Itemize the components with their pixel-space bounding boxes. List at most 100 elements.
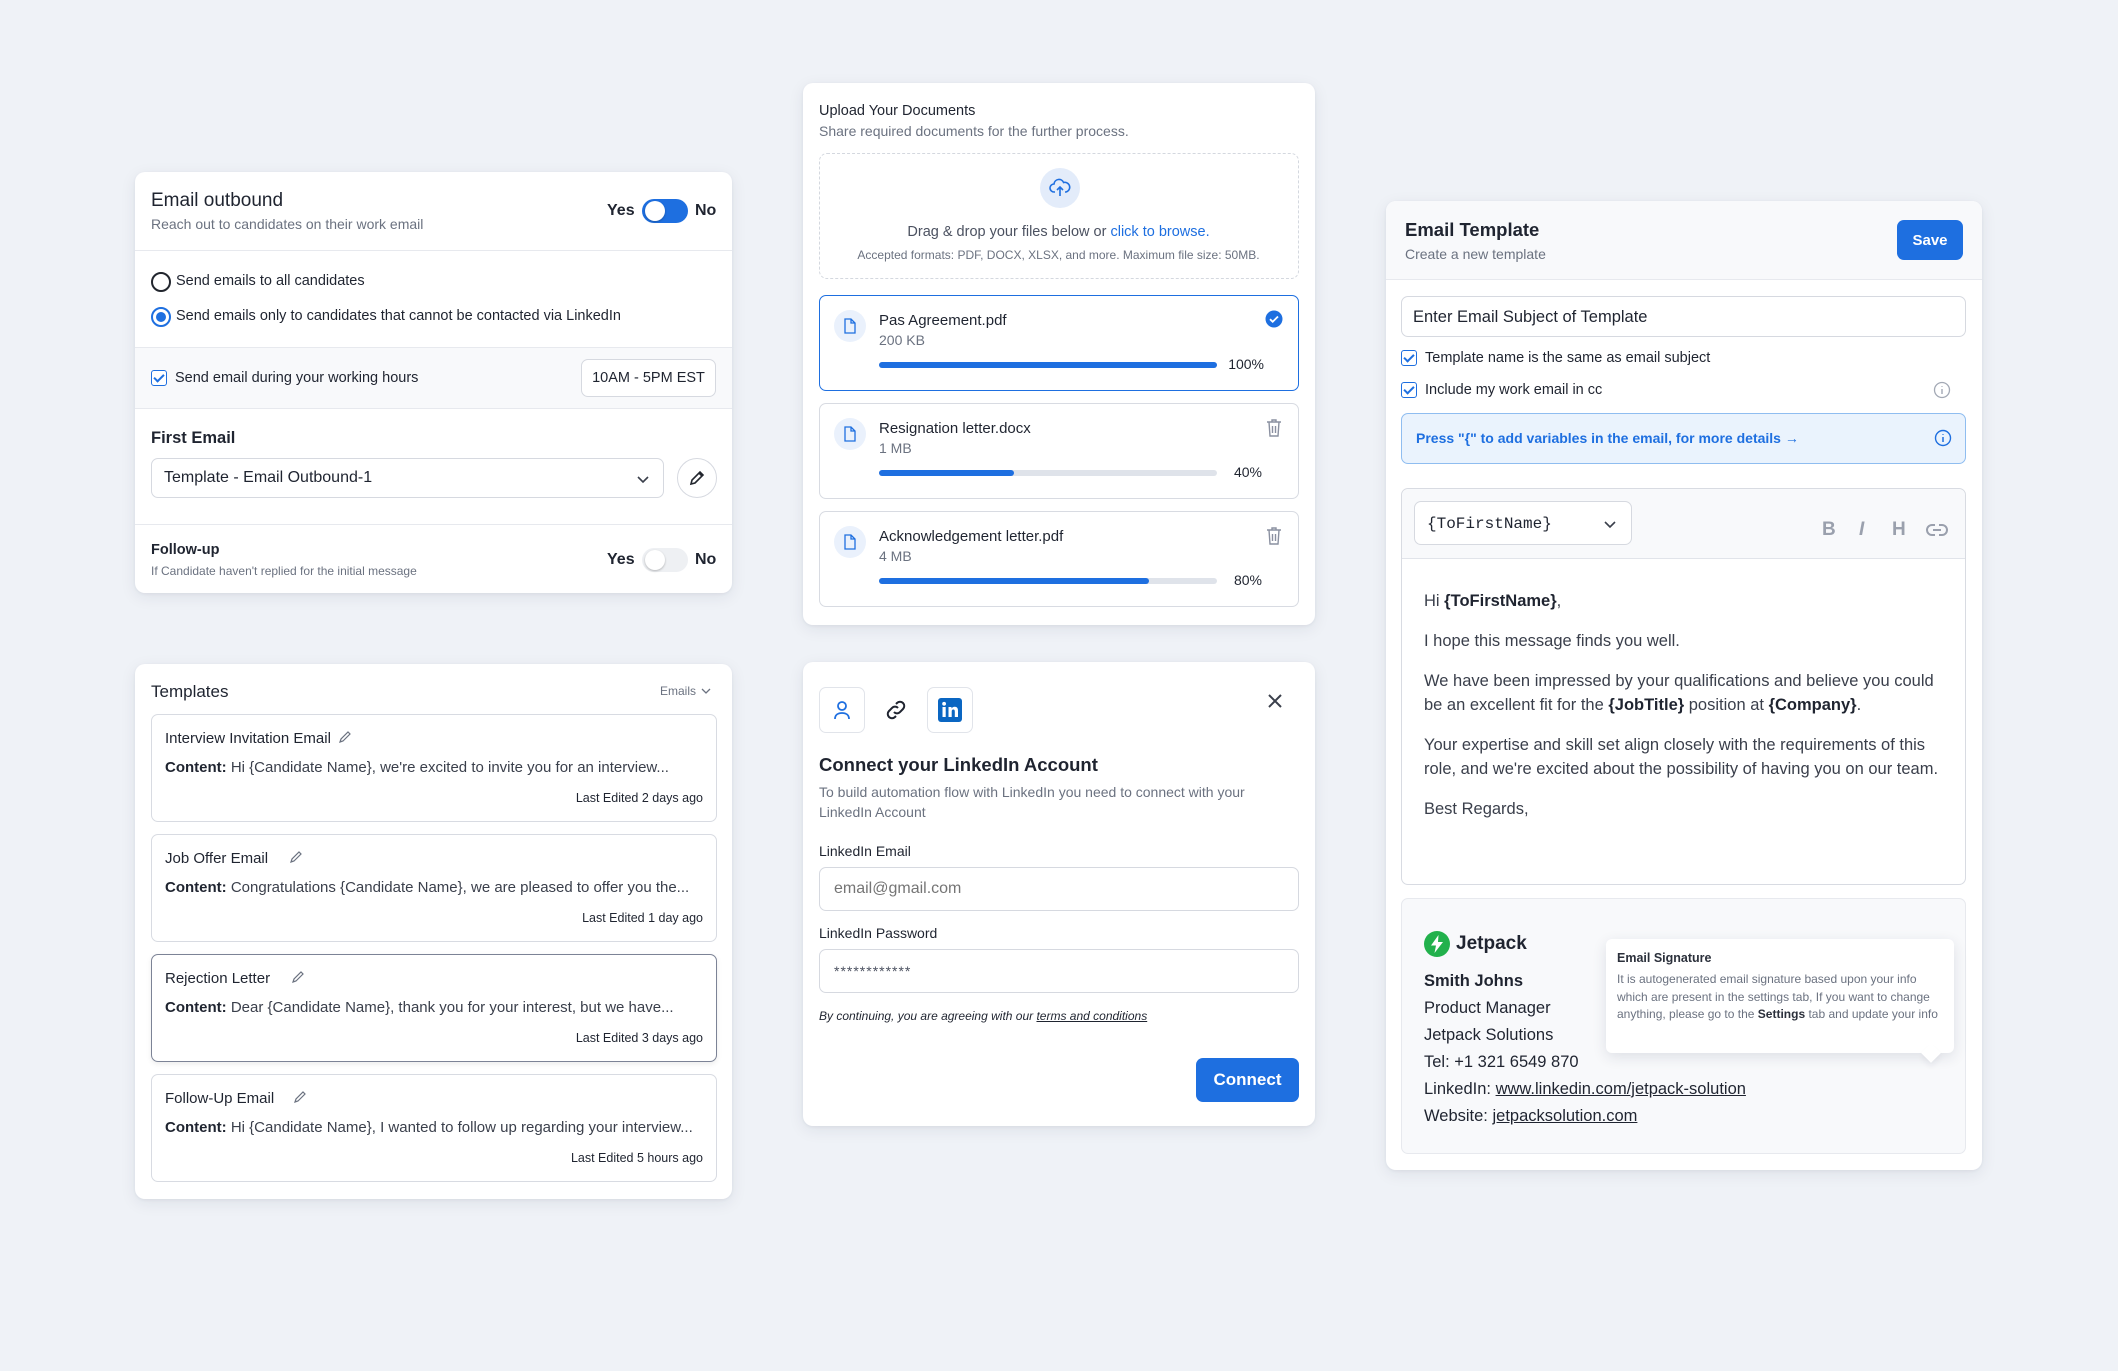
content-label: Content: bbox=[165, 879, 227, 896]
same-subject-checkbox[interactable] bbox=[1401, 350, 1417, 366]
templates-filter-dropdown[interactable]: Emails bbox=[660, 684, 711, 698]
file-name: Acknowledgement letter.pdf bbox=[879, 528, 1064, 545]
website-label: Website: bbox=[1424, 1107, 1493, 1125]
file-size: 1 MB bbox=[879, 440, 912, 456]
editor: {ToFirstName} B I H Hi {ToFirstName}, I … bbox=[1401, 488, 1966, 885]
tooltip-title: Email Signature bbox=[1617, 951, 1712, 965]
connect-button[interactable]: Connect bbox=[1196, 1058, 1299, 1102]
body-paragraph: We have been impressed by your qualifica… bbox=[1424, 669, 1944, 717]
edit-icon[interactable] bbox=[289, 849, 304, 864]
browse-link[interactable]: click to browse. bbox=[1110, 224, 1209, 240]
file-size: 200 KB bbox=[879, 332, 925, 348]
email-body[interactable]: Hi {ToFirstName}, I hope this message fi… bbox=[1424, 589, 1944, 821]
trash-icon[interactable] bbox=[1265, 526, 1283, 546]
variables-hint-banner[interactable]: Press "{" to add variables in the email,… bbox=[1401, 413, 1966, 464]
progress-fill bbox=[879, 470, 1015, 476]
italic-icon[interactable]: I bbox=[1859, 519, 1864, 541]
email-subject-input[interactable]: Enter Email Subject of Template bbox=[1401, 296, 1966, 337]
working-hours-select[interactable]: 10AM - 5PM EST bbox=[581, 359, 716, 397]
body-greeting: Hi {ToFirstName}, bbox=[1424, 589, 1944, 613]
variables-hint-text: Press "{" to add variables in the email,… bbox=[1416, 430, 1799, 446]
info-icon[interactable] bbox=[1933, 381, 1951, 399]
body-closing: Best Regards, bbox=[1424, 800, 1529, 818]
chevron-down-icon bbox=[637, 476, 649, 484]
template-item-selected[interactable]: Rejection Letter Content: Dear {Candidat… bbox=[151, 954, 717, 1062]
working-hours-value: 10AM - 5PM EST bbox=[592, 370, 705, 386]
cc-label: Include my work email in cc bbox=[1425, 382, 1603, 398]
drop-instructions: Drag & drop your files below or click to… bbox=[820, 224, 1297, 240]
chevron-down-icon bbox=[1604, 521, 1616, 529]
progress-label: 100% bbox=[1228, 356, 1264, 372]
edit-icon[interactable] bbox=[338, 729, 353, 744]
website-url-link[interactable]: jetpacksolution.com bbox=[1492, 1107, 1637, 1125]
dropzone[interactable]: Drag & drop your files below or click to… bbox=[819, 153, 1299, 279]
edit-icon[interactable] bbox=[291, 969, 306, 984]
template-item[interactable]: Interview Invitation Email Content: Hi {… bbox=[151, 714, 717, 822]
content-text: Hi {Candidate Name}, I wanted to follow … bbox=[230, 1119, 693, 1136]
close-icon[interactable] bbox=[1266, 692, 1284, 710]
followup-no-label: No bbox=[695, 551, 717, 568]
signature-name: Smith Johns bbox=[1424, 972, 1524, 990]
document-icon bbox=[834, 526, 866, 558]
first-email-select[interactable]: Template - Email Outbound-1 bbox=[151, 458, 664, 498]
content-text: Dear {Candidate Name}, thank you for you… bbox=[230, 999, 674, 1016]
content-text: Hi {Candidate Name}, we're excited to in… bbox=[230, 759, 669, 776]
variable-company: {Company} bbox=[1768, 696, 1857, 714]
heading-icon[interactable]: H bbox=[1892, 519, 1906, 541]
body-paragraph: Your expertise and skill set align close… bbox=[1424, 736, 1939, 778]
template-content: Content: Congratulations {Candidate Name… bbox=[165, 879, 689, 896]
trash-icon[interactable] bbox=[1265, 418, 1283, 438]
bold-icon[interactable]: B bbox=[1822, 519, 1836, 541]
toggle-no-label: No bbox=[695, 202, 717, 219]
template-last-edited: Last Edited 2 days ago bbox=[575, 791, 703, 805]
radio-all-candidates[interactable] bbox=[151, 272, 171, 292]
progress-track bbox=[879, 578, 1217, 584]
terms-link[interactable]: terms and conditions bbox=[1036, 1009, 1147, 1023]
file-item[interactable]: Resignation letter.docx 1 MB 40% bbox=[819, 403, 1299, 499]
template-content: Content: Dear {Candidate Name}, thank yo… bbox=[165, 999, 674, 1016]
link-icon bbox=[886, 700, 906, 720]
user-icon-tile[interactable] bbox=[819, 687, 865, 733]
variable-jobtitle: {JobTitle} bbox=[1608, 696, 1685, 714]
linkedin-description: To build automation flow with LinkedIn y… bbox=[819, 784, 1245, 820]
variable-select[interactable]: {ToFirstName} bbox=[1414, 501, 1632, 545]
working-hours-checkbox[interactable] bbox=[151, 370, 167, 386]
cc-checkbox[interactable] bbox=[1401, 382, 1417, 398]
signature-tooltip: Email Signature It is autogenerated emai… bbox=[1606, 939, 1954, 1063]
link-icon[interactable] bbox=[1926, 521, 1948, 539]
linkedin-password-label: LinkedIn Password bbox=[819, 925, 938, 941]
email-template-subtitle: Create a new template bbox=[1405, 246, 1546, 262]
linkedin-icon-tile[interactable] bbox=[927, 687, 973, 733]
document-icon bbox=[834, 310, 866, 342]
tooltip-text-b: tab and update your info bbox=[1805, 1007, 1938, 1021]
radio-linkedin-candidates[interactable] bbox=[151, 307, 171, 327]
greeting-prefix: Hi bbox=[1424, 592, 1445, 610]
linkedin-password-input[interactable]: ************ bbox=[819, 949, 1299, 993]
save-button[interactable]: Save bbox=[1897, 220, 1963, 260]
tooltip-arrow bbox=[1921, 1043, 1941, 1063]
linkedin-email-input[interactable] bbox=[819, 867, 1299, 911]
template-item[interactable]: Job Offer Email Content: Congratulations… bbox=[151, 834, 717, 942]
file-item[interactable]: Acknowledgement letter.pdf 4 MB 80% bbox=[819, 511, 1299, 607]
upload-cloud-icon bbox=[1040, 168, 1080, 208]
content-label: Content: bbox=[165, 1119, 227, 1136]
chevron-down-icon bbox=[701, 688, 711, 694]
same-subject-label: Template name is the same as email subje… bbox=[1425, 350, 1711, 366]
edit-icon[interactable] bbox=[293, 1089, 308, 1104]
email-outbound-toggle[interactable] bbox=[642, 199, 688, 223]
template-content: Content: Hi {Candidate Name}, we're exci… bbox=[165, 759, 669, 776]
p2-text-c: . bbox=[1856, 696, 1862, 714]
template-name: Follow-Up Email bbox=[165, 1090, 275, 1107]
upload-subtitle: Share required documents for the further… bbox=[819, 123, 1129, 139]
password-value: ************ bbox=[834, 963, 912, 979]
template-name: Job Offer Email bbox=[165, 850, 269, 867]
template-item[interactable]: Follow-Up Email Content: Hi {Candidate N… bbox=[151, 1074, 717, 1182]
edit-template-button[interactable] bbox=[677, 458, 717, 498]
linkedin-url-link[interactable]: www.linkedin.com/jetpack-solution bbox=[1496, 1080, 1746, 1098]
email-subject-value: Enter Email Subject of Template bbox=[1413, 308, 1648, 326]
variable-tofirstname: {ToFirstName} bbox=[1444, 592, 1557, 610]
content-label: Content: bbox=[165, 999, 227, 1016]
file-item[interactable]: Pas Agreement.pdf 200 KB 100% bbox=[819, 295, 1299, 391]
followup-toggle[interactable] bbox=[642, 548, 688, 572]
content-label: Content: bbox=[165, 759, 227, 776]
